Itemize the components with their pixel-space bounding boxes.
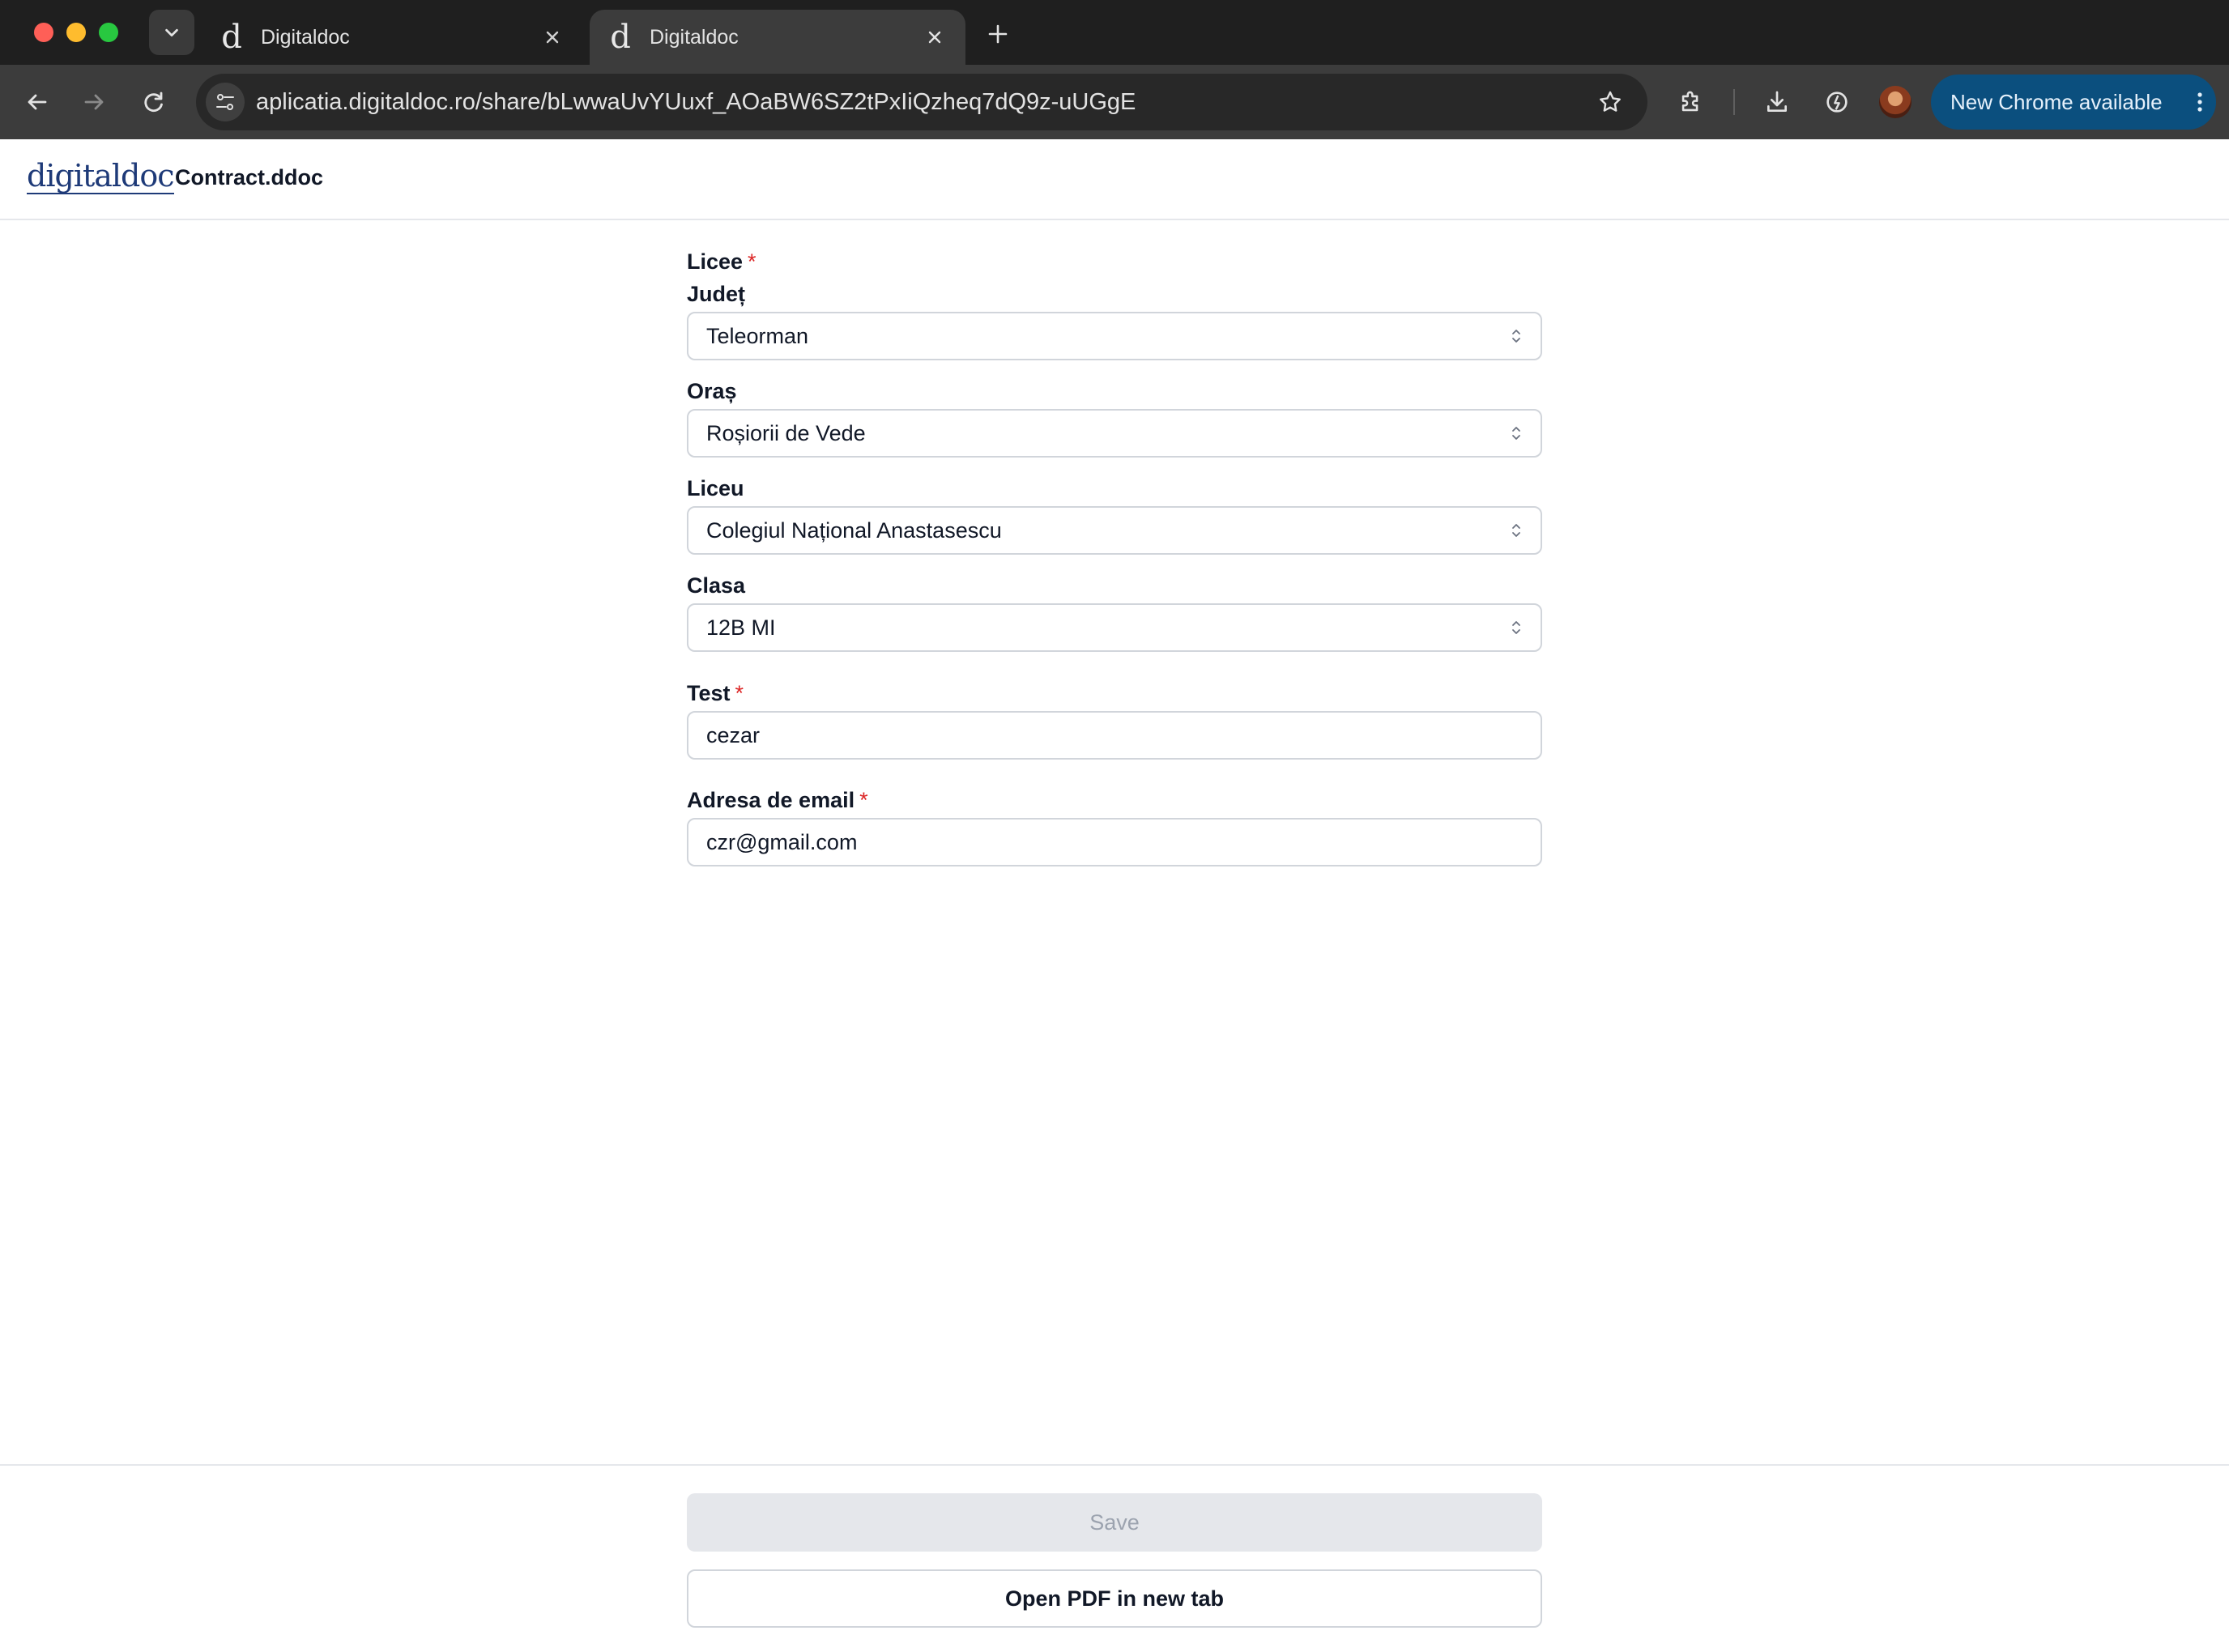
new-tab-button[interactable] <box>980 16 1016 52</box>
licee-group-title: Licee * <box>687 249 756 275</box>
forward-button[interactable] <box>75 83 113 121</box>
school-value: Colegiul Național Anastasescu <box>706 518 1002 543</box>
school-label: Liceu <box>687 476 744 500</box>
forward-arrow-icon <box>84 94 104 110</box>
site-settings-button[interactable] <box>206 83 245 121</box>
new-chrome-available-button[interactable]: New Chrome available <box>1931 75 2216 130</box>
extensions-button[interactable] <box>1672 83 1711 121</box>
browser-toolbar: aplicatia.digitaldoc.ro/share/bLwwaUvYUu… <box>0 65 2229 139</box>
select-caret-icon <box>1508 616 1524 639</box>
url-text[interactable]: aplicatia.digitaldoc.ro/share/bLwwaUvYUu… <box>256 74 1136 130</box>
star-outline-icon <box>1600 91 1621 112</box>
download-icon <box>1767 91 1787 112</box>
close-icon <box>928 31 941 44</box>
open-pdf-button[interactable]: Open PDF in new tab <box>687 1569 1542 1628</box>
county-select[interactable]: Teleorman <box>687 312 1542 360</box>
test-label-row: Test * <box>687 681 744 706</box>
tab-search-button[interactable] <box>149 10 194 55</box>
tab-title: Digitaldoc <box>261 25 350 49</box>
class-label: Clasa <box>687 573 746 598</box>
email-value: czr@gmail.com <box>706 830 858 854</box>
performance-button[interactable] <box>1818 83 1856 121</box>
class-value: 12B MI <box>706 615 776 640</box>
window-maximize-button[interactable] <box>99 23 118 42</box>
select-caret-icon <box>1508 325 1524 347</box>
required-asterisk: * <box>735 681 744 705</box>
puzzle-piece-icon <box>1681 91 1698 112</box>
profile-avatar[interactable] <box>1879 86 1911 118</box>
reload-button[interactable] <box>134 83 173 121</box>
class-select[interactable]: 12B MI <box>687 603 1542 652</box>
save-button[interactable]: Save <box>687 1493 1542 1552</box>
downloads-button[interactable] <box>1758 83 1796 121</box>
more-vert-icon <box>2184 92 2216 113</box>
required-asterisk: * <box>859 788 868 812</box>
digitaldoc-favicon: d <box>221 19 242 56</box>
tune-icon <box>216 94 234 110</box>
city-select[interactable]: Roșiorii de Vede <box>687 409 1542 458</box>
required-asterisk: * <box>748 249 756 274</box>
select-caret-icon <box>1508 422 1524 445</box>
browser-tab-2-active[interactable]: d Digitaldoc <box>590 10 965 65</box>
county-label: Județ <box>687 282 746 306</box>
browser-tabstrip: d Digitaldoc d Digitaldoc <box>0 0 2229 65</box>
test-value: cezar <box>706 723 761 747</box>
plus-icon <box>988 24 1008 44</box>
form-footer: Save Open PDF in new tab <box>0 1464 2229 1652</box>
test-input[interactable]: cezar <box>687 711 1542 760</box>
school-select[interactable]: Colegiul Național Anastasescu <box>687 506 1542 555</box>
close-icon <box>546 31 559 44</box>
toolbar-divider <box>1733 89 1735 115</box>
email-input[interactable]: czr@gmail.com <box>687 818 1542 866</box>
window-close-button[interactable] <box>34 23 53 42</box>
email-label-row: Adresa de email * <box>687 788 868 813</box>
tab-title: Digitaldoc <box>650 25 739 49</box>
back-arrow-icon <box>28 94 47 110</box>
chevron-down-icon <box>165 28 178 37</box>
email-label: Adresa de email <box>687 788 855 812</box>
test-label: Test <box>687 681 731 705</box>
licee-label: Licee <box>687 249 744 274</box>
document-name: Contract.ddoc <box>175 165 324 189</box>
app-header: digitaldoc Contract.ddoc <box>0 139 2229 220</box>
reload-icon <box>144 92 163 113</box>
address-bar[interactable]: aplicatia.digitaldoc.ro/share/bLwwaUvYUu… <box>196 74 1647 130</box>
digitaldoc-logo[interactable]: digitaldoc <box>27 159 175 194</box>
bookmark-button[interactable] <box>1591 83 1630 121</box>
city-label: Oraș <box>687 379 737 403</box>
digitaldoc-favicon: d <box>610 19 631 56</box>
county-value: Teleorman <box>706 324 809 348</box>
performance-speedometer-icon <box>1826 92 1848 113</box>
select-caret-icon <box>1508 519 1524 542</box>
back-button[interactable] <box>18 83 57 121</box>
tab-close-button[interactable] <box>536 21 569 53</box>
window-minimize-button[interactable] <box>66 23 86 42</box>
update-label: New Chrome available <box>1950 89 2163 114</box>
tab-close-button[interactable] <box>918 21 951 53</box>
browser-tab-1[interactable]: d Digitaldoc <box>201 10 583 65</box>
city-value: Roșiorii de Vede <box>706 421 866 445</box>
